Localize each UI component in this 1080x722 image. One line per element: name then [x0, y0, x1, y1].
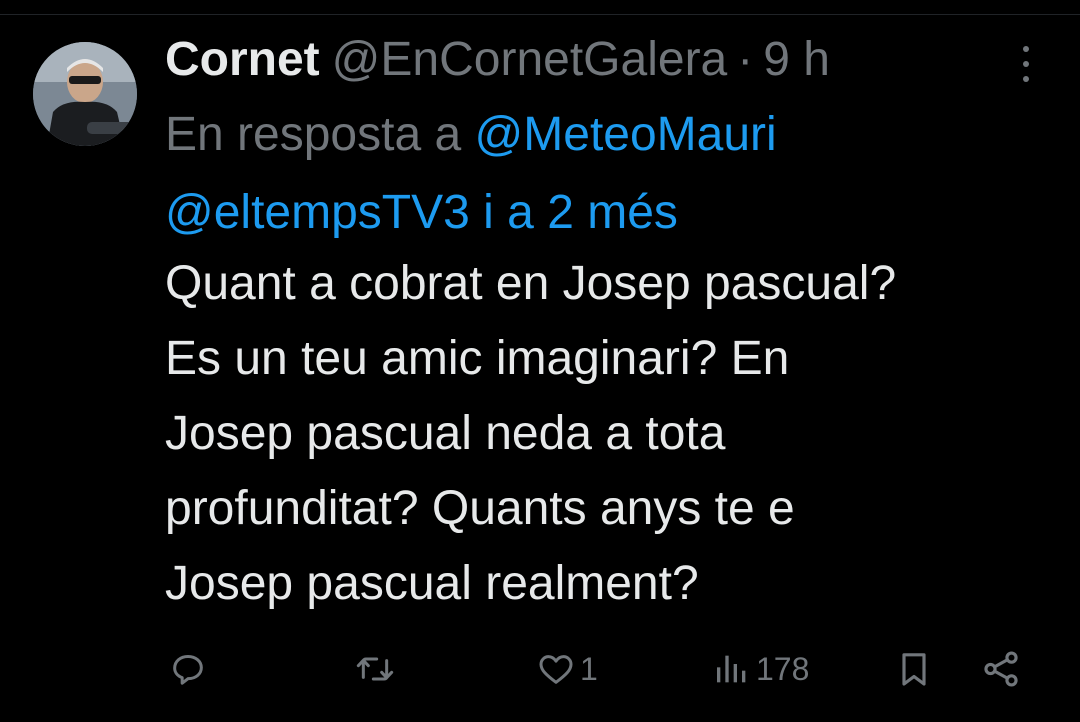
mention-link-1[interactable]: @MeteoMauri: [475, 108, 777, 161]
avatar-image: [33, 42, 137, 146]
more-options-icon[interactable]: [1014, 46, 1038, 82]
heart-icon: [539, 655, 573, 684]
author-handle[interactable]: @EnCornetGalera: [332, 30, 728, 90]
reply-context: En resposta a @MeteoMauri @eltempsTV3 i …: [165, 96, 1025, 252]
tweet-actions: 1 178: [0, 636, 1080, 702]
views-icon: [717, 655, 746, 683]
reply-button[interactable]: [168, 636, 208, 702]
like-count: 1: [580, 650, 598, 687]
retweet-button[interactable]: [354, 636, 396, 702]
views-button[interactable]: 178: [712, 636, 809, 702]
retweet-icon: [356, 657, 394, 681]
like-button[interactable]: 1: [536, 636, 598, 702]
reply-prefix: En resposta a: [165, 108, 462, 161]
tweet[interactable]: Cornet @EnCornetGalera · 9 h En resposta…: [0, 0, 1080, 722]
mention-link-2[interactable]: @eltempsTV3: [165, 186, 470, 239]
mention-more-link[interactable]: i a 2 més: [483, 186, 678, 239]
author-name[interactable]: Cornet: [165, 30, 320, 90]
tweet-text-line: Josep pascual realment?: [165, 557, 699, 610]
tweet-text-line: Josep pascual neda a tota: [165, 407, 726, 460]
tweet-text: Quant a cobrat en Josep pascual? Es un t…: [165, 246, 1055, 621]
bookmark-icon: [902, 653, 926, 686]
share-icon: [984, 651, 1018, 687]
tweet-timestamp[interactable]: 9 h: [763, 30, 830, 90]
tweet-text-line: Es un teu amic imaginari? En: [165, 332, 790, 385]
views-count: 178: [756, 650, 810, 687]
tweet-text-line: Quant a cobrat en Josep pascual?: [165, 257, 897, 310]
tweet-text-line: profunditat? Quants anys te e: [165, 482, 795, 535]
share-button[interactable]: [980, 636, 1022, 702]
avatar[interactable]: [33, 42, 137, 146]
tweet-header: Cornet @EnCornetGalera · 9 h: [165, 30, 830, 90]
bookmark-button[interactable]: [894, 636, 934, 702]
reply-icon: [173, 655, 203, 685]
header-separator: ·: [737, 33, 754, 86]
